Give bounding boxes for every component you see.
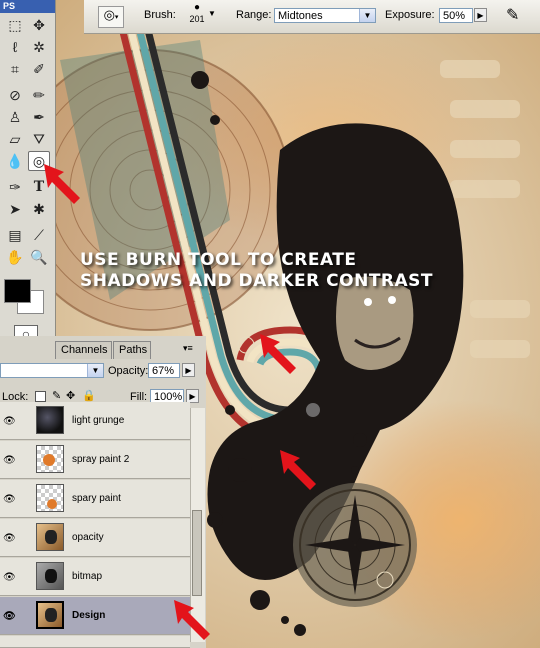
dodge-burn-icon: ◎ [103, 7, 115, 22]
lasso-icon[interactable]: ℓ [4, 37, 26, 57]
blur-icon[interactable]: 💧 [4, 151, 26, 171]
opacity-slider-button[interactable]: ▶ [182, 363, 195, 377]
brush-label: Brush: [144, 9, 176, 21]
hand-icon[interactable]: ✋ [4, 247, 26, 267]
tab-paths[interactable]: Paths [113, 341, 151, 359]
tool-preset-picker[interactable]: ◎▾ [98, 6, 124, 28]
range-value: Midtones [278, 10, 323, 22]
eye-icon[interactable]: 👁 [3, 416, 16, 427]
arrow-stripe-bottom-icon [280, 450, 316, 490]
layer-name: bitmap [72, 571, 103, 582]
tool-options-bar: ◎▾ Brush: ● 201 ▼ Range: Midtones ▼ Expo… [84, 0, 540, 34]
move-icon[interactable]: ✥ [28, 15, 50, 35]
slice-icon[interactable]: ✐ [28, 59, 50, 79]
tutorial-caption: USE BURN TOOL TO CREATE SHADOWS AND DARK… [80, 250, 433, 292]
layer-row[interactable]: 👁 opacity [0, 519, 190, 557]
pen-icon[interactable]: ✑ [4, 177, 26, 197]
blend-mode-select[interactable]: ▼ [0, 363, 104, 378]
layer-thumbnail [36, 523, 64, 551]
crop-icon[interactable]: ⌗ [4, 59, 26, 79]
eye-icon[interactable]: 👁 [3, 494, 16, 505]
lock-all-icon[interactable]: 🔒 [82, 389, 96, 402]
layer-row-selected[interactable]: 👁 Design [0, 597, 190, 635]
arrow-burn-tool-icon [44, 164, 80, 204]
eye-icon[interactable]: 👁 [3, 611, 16, 622]
layer-name: light grunge [72, 415, 125, 426]
exposure-value: 50% [443, 10, 466, 22]
layer-row[interactable]: 👁 spray paint 2 [0, 441, 190, 479]
eyedropper-icon[interactable]: ⟋ [28, 225, 50, 245]
paint-bucket-icon[interactable]: ⛛ [28, 129, 50, 149]
lock-transparency-checkbox[interactable] [35, 391, 46, 402]
notes-icon[interactable]: ▤ [4, 225, 26, 245]
layer-thumbnail [36, 406, 64, 434]
brush-dropdown-icon[interactable]: ▼ [208, 9, 216, 18]
arrow-stripe-top-icon [260, 334, 296, 374]
magic-wand-icon[interactable]: ✲ [28, 37, 50, 57]
marquee-icon[interactable]: ⬚ [4, 15, 26, 35]
caption-line-1: USE BURN TOOL TO CREATE [80, 250, 357, 270]
chevron-down-icon: ▼ [87, 364, 103, 377]
panel-menu-icon[interactable]: ▾≡ [183, 343, 193, 354]
eye-icon[interactable]: 👁 [3, 533, 16, 544]
layer-name: spray paint 2 [72, 454, 130, 465]
healing-icon[interactable]: ⊘ [4, 85, 26, 105]
range-label: Range: [236, 9, 272, 21]
lock-position-icon[interactable]: ✥ [66, 389, 75, 402]
exposure-input[interactable]: 50% [439, 8, 473, 23]
layer-row[interactable] [0, 636, 190, 648]
path-select-icon[interactable]: ➤ [4, 199, 26, 219]
arrow-design-layer-icon [174, 600, 210, 640]
eye-icon[interactable]: 👁 [3, 455, 16, 466]
opacity-value: 67% [152, 365, 175, 377]
tab-channels[interactable]: Channels [55, 341, 112, 359]
layer-row[interactable]: 👁 light grunge [0, 402, 190, 440]
blend-opacity-row: ▼ Opacity: 67% ▶ [0, 360, 206, 382]
opacity-label: Opacity: [108, 365, 149, 377]
brush-icon[interactable]: ✏ [28, 85, 50, 105]
eye-icon[interactable]: 👁 [3, 572, 16, 583]
history-brush-icon[interactable]: ✒ [28, 107, 50, 127]
airbrush-icon[interactable]: ✎ [506, 5, 519, 25]
zoom-icon[interactable]: 🔍 [28, 247, 50, 267]
opacity-input[interactable]: 67% [148, 363, 180, 378]
layer-thumbnail [36, 484, 64, 512]
layer-name: spary paint [72, 493, 121, 504]
layer-thumbnail [36, 445, 64, 473]
scrollbar-thumb[interactable] [192, 510, 202, 596]
app-badge: PS [0, 0, 55, 13]
layer-row[interactable]: 👁 bitmap [0, 558, 190, 596]
chevron-down-icon: ▼ [359, 9, 375, 22]
exposure-slider-button[interactable]: ▶ [474, 8, 487, 22]
foreground-color-swatch[interactable] [4, 279, 31, 303]
layer-row[interactable]: 👁 spary paint [0, 480, 190, 518]
caption-line-2: SHADOWS AND DARKER CONTRAST [80, 271, 434, 291]
lock-pixels-icon[interactable]: ✎ [52, 389, 61, 402]
stamp-icon[interactable]: ♙ [4, 107, 26, 127]
exposure-label: Exposure: [385, 9, 435, 21]
layer-name: opacity [72, 532, 104, 543]
layer-thumbnail [36, 562, 64, 590]
range-select[interactable]: Midtones ▼ [274, 8, 376, 23]
layer-name: Design [72, 610, 106, 621]
eraser-icon[interactable]: ▱ [4, 129, 26, 149]
fill-slider-button[interactable]: ▶ [186, 389, 199, 403]
layer-thumbnail [36, 601, 64, 629]
